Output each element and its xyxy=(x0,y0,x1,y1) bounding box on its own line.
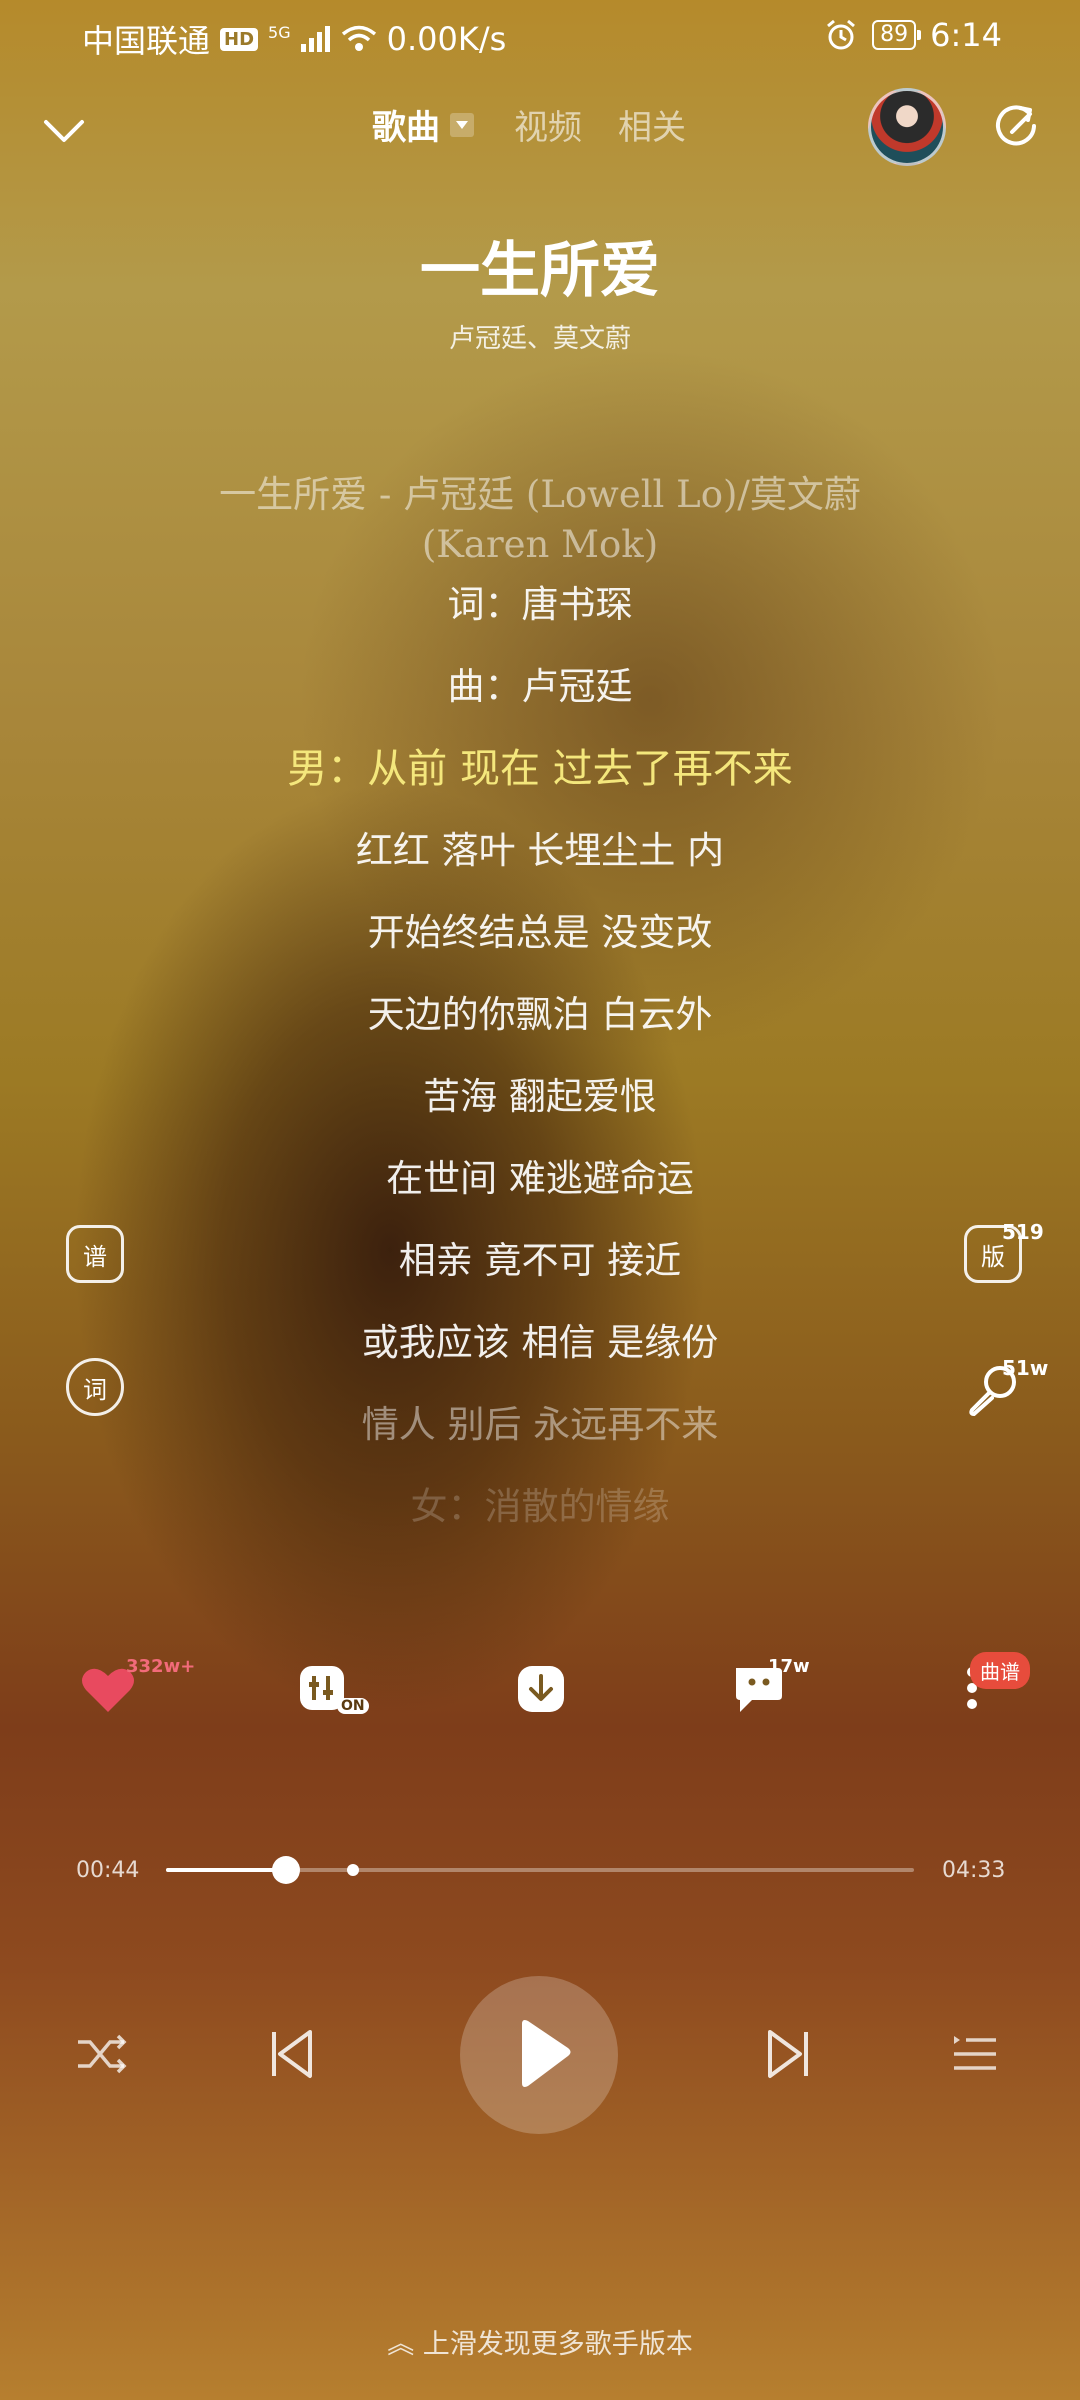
signal-icon xyxy=(300,26,330,52)
lyric-line: 女：消散的情缘 xyxy=(410,1485,670,1528)
network-type: 5G xyxy=(268,22,291,42)
artist-avatar[interactable] xyxy=(868,88,946,166)
tab-song[interactable]: 歌曲 xyxy=(372,100,474,149)
total-time: 04:33 xyxy=(942,1858,1006,1883)
alarm-icon xyxy=(827,19,856,50)
sheet-music-badge: 曲谱 xyxy=(970,1652,1030,1689)
tab-bar: 歌曲 视频 相关 xyxy=(372,100,722,149)
song-artists[interactable]: 卢冠廷、莫文蔚 xyxy=(0,318,1080,355)
lyric-line: 开始终结总是 没变改 xyxy=(367,911,713,954)
clock: 6:14 xyxy=(930,16,1002,54)
status-bar: 中国联通 HD 5G 0.00K/s 89 6:14 xyxy=(0,0,1080,72)
caret-down-icon xyxy=(450,112,474,137)
battery-indicator: 89 xyxy=(872,20,922,50)
highlight-marker[interactable] xyxy=(347,1864,359,1876)
swipe-up-hint[interactable]: ︽ 上滑发现更多歌手版本 xyxy=(0,2322,1080,2361)
share-icon[interactable] xyxy=(990,102,1042,154)
lyric-line: 红红 落叶 长埋尘土 内 xyxy=(355,829,725,872)
comment-count: 17w xyxy=(768,1656,810,1677)
wifi-icon xyxy=(341,25,376,51)
effect-on-badge: ON xyxy=(337,1698,369,1714)
progress-thumb[interactable] xyxy=(272,1856,301,1884)
hd-badge: HD xyxy=(220,27,259,51)
sheet-music-button[interactable]: 谱 xyxy=(66,1225,124,1283)
karaoke-count: 51w xyxy=(1002,1356,1049,1380)
versions-count: 519 xyxy=(1002,1220,1044,1244)
lyric-line: 或我应该 相信 是缘份 xyxy=(361,1321,719,1364)
progress-bar[interactable] xyxy=(166,1856,914,1884)
download-icon[interactable] xyxy=(514,1660,574,1720)
carrier-name: 中国联通 xyxy=(82,22,211,60)
progress-fill xyxy=(166,1868,287,1872)
lyrics-style-button[interactable]: 词 xyxy=(66,1358,124,1416)
like-count: 332w+ xyxy=(126,1656,196,1677)
lyric-line: 情人 别后 永远再不来 xyxy=(361,1403,719,1446)
shuffle-icon[interactable] xyxy=(72,2024,132,2084)
lyric-line: 苦海 翻起爱恨 xyxy=(423,1075,657,1118)
lyric-line-current: 男：从前 现在 过去了再不来 xyxy=(287,746,793,792)
lyric-line: 曲：卢冠廷 xyxy=(447,665,633,708)
play-icon xyxy=(522,2020,571,2087)
tab-related[interactable]: 相关 xyxy=(618,100,686,149)
lyric-line: 一生所爱 - 卢冠廷 (Lowell Lo)/莫文蔚 (Karen Mok) xyxy=(219,473,861,566)
double-chevron-up-icon: ︽ xyxy=(387,2329,423,2360)
previous-track-icon[interactable] xyxy=(262,2024,322,2084)
lyrics-panel[interactable]: 一生所爱 - 卢冠廷 (Lowell Lo)/莫文蔚 (Karen Mok) 词… xyxy=(150,470,930,1564)
tab-video[interactable]: 视频 xyxy=(514,100,582,149)
play-button[interactable] xyxy=(460,1976,618,2134)
chevron-down-icon[interactable] xyxy=(36,102,92,158)
lyric-line: 词：唐书琛 xyxy=(447,583,633,626)
lyric-line: 在世间 难逃避命运 xyxy=(386,1157,694,1200)
lyric-line: 相亲 竟不可 接近 xyxy=(398,1239,682,1282)
next-track-icon[interactable] xyxy=(758,2024,818,2084)
network-speed: 0.00K/s xyxy=(386,20,507,58)
playlist-icon[interactable] xyxy=(946,2024,1006,2084)
song-title: 一生所爱 xyxy=(420,236,660,306)
player-header: 歌曲 视频 相关 xyxy=(0,88,1080,178)
lyric-line: 天边的你飘泊 白云外 xyxy=(367,993,713,1036)
current-time: 00:44 xyxy=(76,1858,140,1883)
